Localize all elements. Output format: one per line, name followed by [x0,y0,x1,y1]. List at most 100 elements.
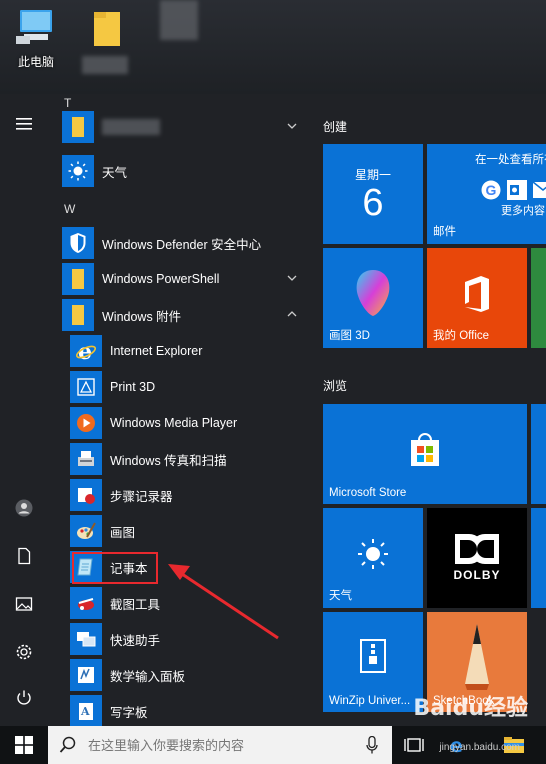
user-account-button[interactable] [0,488,48,528]
app-item-wordpad[interactable]: A 写字板 [70,694,306,728]
tile-label: Microsoft Store [329,487,407,499]
tile-microsoft-store[interactable]: Microsoft Store [323,404,527,504]
baidu-watermark-brand: Baidu经验 [413,696,528,721]
folder-icon [62,111,94,143]
app-item-blurred-folder[interactable] [62,110,306,144]
app-item-windows-media-player[interactable]: Windows Media Player [70,406,306,440]
chevron-down-icon [287,275,297,281]
app-item-windows-powershell[interactable]: Windows PowerShell [62,262,306,296]
tile-partial[interactable] [531,248,546,348]
calendar-day: 星期一 [354,168,391,182]
mail-more: 更多内容 [501,205,545,217]
start-rail [0,94,48,726]
app-name: Print 3D [110,380,156,394]
tile-label: WinZip Univer... [329,695,411,707]
app-item-internet-explorer[interactable]: e Internet Explorer [70,334,306,368]
tile-group-browse-title[interactable]: 浏览 [323,377,347,394]
chevron-down-icon [287,123,297,129]
chevron-up-icon [287,311,297,317]
desktop-area: 此电脑 [0,0,546,94]
media-player-icon [70,407,102,439]
svg-text:A: A [80,705,90,718]
annotation-arrow [168,564,279,640]
tile-mail[interactable]: 在一处查看所有 G 更多内容 邮件 [427,144,546,244]
app-name: Windows 传真和扫描 [110,453,227,468]
quick-assist-icon [70,623,102,655]
task-view-icon [404,738,424,752]
this-pc-shortcut[interactable]: 此电脑 [10,6,62,70]
tile-label: 邮件 [433,226,456,238]
math-input-icon [70,659,102,691]
task-view-button[interactable] [396,726,432,764]
tile-group-create-title[interactable]: 创建 [323,118,347,135]
tile-label: 我的 Office [433,330,490,342]
app-name: Windows 附件 [102,309,182,324]
app-item-paint[interactable]: 画图 [70,514,306,548]
tile-partial[interactable] [531,508,546,608]
power-icon [17,690,31,705]
gear-icon [16,644,32,660]
baidu-watermark-url: jingyan.baidu.com [439,742,520,753]
start-button[interactable] [0,726,48,764]
search-input[interactable] [88,737,348,753]
internet-explorer-icon: e [70,335,102,367]
letter-header-w[interactable]: W [64,202,75,216]
tile-paint-3d[interactable]: 画图 3D [323,248,423,348]
computer-icon [16,10,52,44]
tile-area: 创建 星期一 6 在一处查看所有 G 更多内容 邮件 画图 3D 我的 Offi… [310,94,546,726]
tile-weather[interactable]: 天气 [323,508,423,608]
folder-shortcut[interactable] [92,8,122,53]
mail-extra-icon [533,181,546,198]
app-item-weather[interactable]: 天气 [62,154,306,188]
paint-3d-icon [356,270,390,316]
outlook-icon [507,180,527,200]
power-button[interactable] [0,678,48,718]
app-name: Windows PowerShell [102,272,220,286]
paint-icon [70,515,102,547]
taskbar-search-box[interactable] [48,726,392,764]
tile-label: 画图 3D [329,330,370,342]
picture-icon [15,597,33,611]
app-item-windows-fax-scan[interactable]: Windows 传真和扫描 [70,442,306,476]
document-icon [18,547,31,565]
app-name: 截图工具 [110,597,161,612]
winzip-icon [360,639,386,673]
app-name: Windows Defender 安全中心 [102,237,262,252]
app-name: Windows Media Player [110,416,238,430]
tile-dolby[interactable]: DOLBY [427,508,527,608]
hamburger-button[interactable] [0,104,48,144]
tile-winzip[interactable]: WinZip Univer... [323,612,423,712]
app-item-print-3d[interactable]: Print 3D [70,370,306,404]
google-icon: G [481,180,501,200]
app-name: 写字板 [110,705,148,720]
app-item-windows-accessories[interactable]: Windows 附件 [62,298,306,332]
blurred-app-name [102,119,160,135]
steps-recorder-icon [70,479,102,511]
app-name: 画图 [110,525,136,540]
shield-icon [62,227,94,259]
dolby-text: DOLBY [453,568,501,582]
tile-label: 天气 [329,590,352,602]
app-item-steps-recorder[interactable]: 步骤记录器 [70,478,306,512]
app-name: 快速助手 [110,633,161,648]
app-name: 天气 [102,165,128,180]
wordpad-icon: A [70,695,102,727]
office-icon [465,276,489,312]
tile-partial[interactable] [531,404,546,504]
highlight-box [72,552,158,584]
print-3d-icon [70,371,102,403]
app-name: 数学输入面板 [110,669,186,684]
folder-icon [62,263,94,295]
letter-header-t[interactable]: T [64,96,71,110]
tile-calendar[interactable]: 星期一 6 [323,144,423,244]
documents-button[interactable] [0,536,48,576]
search-icon [48,736,88,754]
app-item-windows-defender[interactable]: Windows Defender 安全中心 [62,226,306,260]
pictures-button[interactable] [0,584,48,624]
app-item-math-input-panel[interactable]: 数学输入面板 [70,658,306,692]
microphone-icon[interactable] [366,735,378,759]
tile-my-office[interactable]: 我的 Office [427,248,527,348]
settings-button[interactable] [0,632,48,672]
snipping-tool-icon [70,587,102,619]
blurred-label [82,56,128,74]
